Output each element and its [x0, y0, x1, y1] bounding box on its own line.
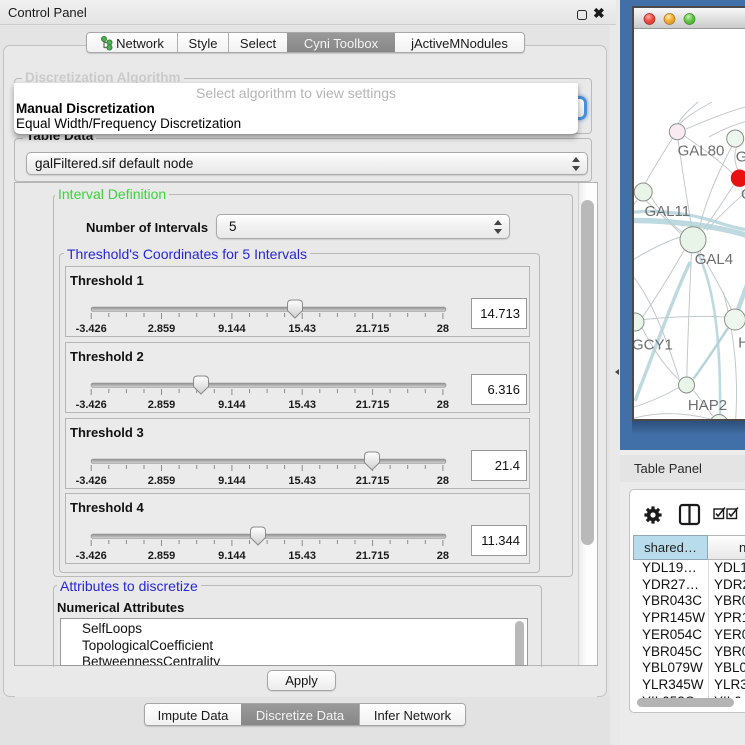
- svg-text:21.715: 21.715: [356, 550, 390, 562]
- svg-text:28: 28: [437, 475, 449, 487]
- svg-text:21.715: 21.715: [356, 323, 390, 335]
- svg-text:9.144: 9.144: [218, 323, 246, 335]
- svg-text:G: G: [741, 186, 745, 203]
- svg-text:-3.426: -3.426: [76, 399, 107, 411]
- svg-text:2.859: 2.859: [148, 550, 176, 562]
- svg-text:2.859: 2.859: [148, 399, 176, 411]
- svg-text:15.43: 15.43: [288, 475, 316, 487]
- svg-text:21.715: 21.715: [356, 399, 390, 411]
- svg-text:28: 28: [437, 550, 449, 562]
- svg-text:GCY1: GCY1: [634, 337, 673, 354]
- svg-text:2.859: 2.859: [148, 323, 176, 335]
- svg-text:21.715: 21.715: [356, 475, 390, 487]
- svg-text:28: 28: [437, 323, 449, 335]
- svg-text:9.144: 9.144: [218, 399, 246, 411]
- svg-text:9.144: 9.144: [218, 550, 246, 562]
- svg-text:GAL80: GAL80: [678, 142, 725, 159]
- svg-text:28: 28: [437, 399, 449, 411]
- svg-text:15.43: 15.43: [288, 323, 316, 335]
- svg-text:15.43: 15.43: [288, 399, 316, 411]
- svg-text:HA: HA: [738, 334, 745, 351]
- svg-text:9.144: 9.144: [218, 475, 246, 487]
- svg-text:-3.426: -3.426: [76, 475, 107, 487]
- svg-text:HAP2: HAP2: [688, 397, 727, 414]
- svg-text:GAL4: GAL4: [695, 251, 733, 268]
- svg-text:15.43: 15.43: [288, 550, 316, 562]
- svg-text:2.859: 2.859: [148, 475, 176, 487]
- svg-text:GA: GA: [736, 149, 745, 166]
- svg-text:-3.426: -3.426: [76, 323, 107, 335]
- svg-text:GAL11: GAL11: [645, 203, 691, 220]
- svg-text:-3.426: -3.426: [76, 550, 107, 562]
